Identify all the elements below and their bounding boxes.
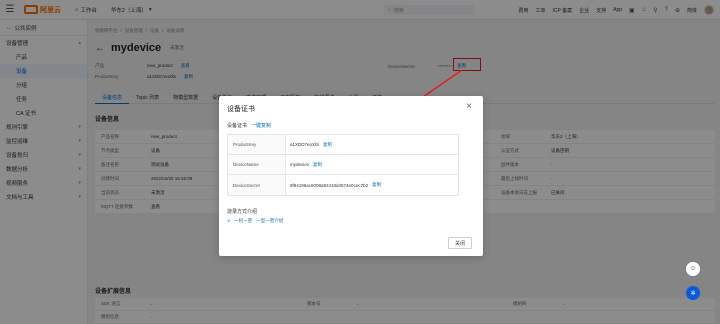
close-button[interactable]: 关闭	[448, 237, 472, 249]
cert-label: 设备证书	[227, 123, 248, 129]
copy-link[interactable]: 复制	[313, 162, 322, 168]
copy-link[interactable]: 复制	[372, 182, 381, 188]
burn-method-title: 烧录方式介绍	[227, 209, 258, 215]
burn-method-links: ∨ 一机一密 一型一密介绍	[227, 218, 283, 224]
cert-row: ProductKey a1XDD7eoXlS 复制	[228, 135, 458, 155]
burn-link-one-device-one-secret[interactable]: 一机一密	[234, 218, 252, 224]
copy-all-link[interactable]: 一键复制	[251, 122, 271, 129]
cert-row: DeviceName mydevice 复制	[228, 155, 458, 175]
cert-key: ProductKey	[228, 135, 286, 154]
cert-value-cell: mydevice 复制	[286, 155, 322, 174]
chevron-down-icon: ∨	[227, 218, 231, 223]
cert-key: DeviceName	[228, 155, 286, 174]
device-certificate-dialog: 设备证书 × 设备证书 一键复制 ProductKey a1XDD7eoXlS 复制…	[219, 96, 483, 256]
cert-key: DeviceSecret	[228, 175, 286, 195]
cert-value-cell: a1XDD7eoXlS 复制	[286, 135, 332, 154]
feedback-icon[interactable]: ☺	[686, 262, 700, 276]
dialog-title: 设备证书	[227, 106, 255, 113]
assistant-icon[interactable]: ✲	[686, 286, 700, 300]
burn-link-one-type-one-secret[interactable]: 一型一密介绍	[256, 218, 283, 224]
close-icon[interactable]: ×	[466, 101, 472, 112]
cert-value: 9f94196ac6008a92418d4574e0cec7b2	[290, 182, 369, 188]
cert-value: mydevice	[290, 162, 310, 167]
copy-link[interactable]: 复制	[323, 142, 332, 148]
cert-table: ProductKey a1XDD7eoXlS 复制 DeviceName mydevic…	[227, 134, 459, 196]
cert-value-cell: 9f94196ac6008a92418d4574e0cec7b2 复制	[286, 175, 381, 195]
cert-row: DeviceSecret 9f94196ac6008a92418d4574e0ce…	[228, 175, 458, 195]
cert-header: 设备证书 一键复制	[227, 122, 271, 129]
cert-value: a1XDD7eoXlS	[290, 142, 320, 147]
